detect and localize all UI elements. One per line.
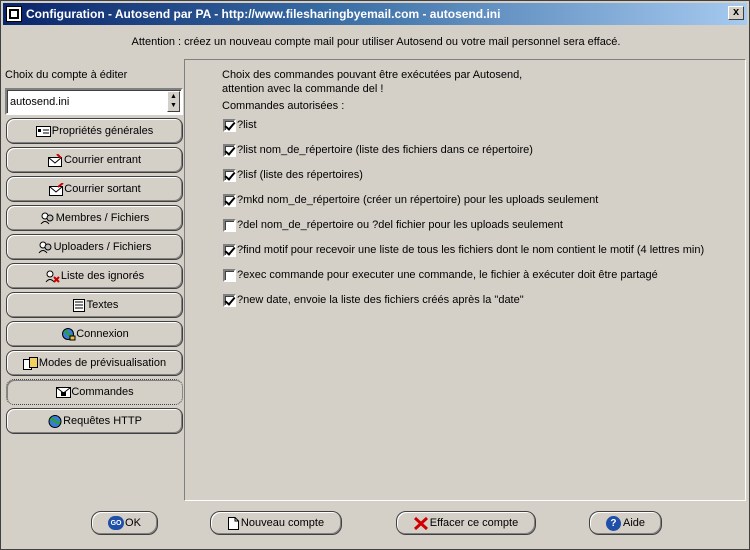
help-button[interactable]: ? Aide — [589, 511, 662, 535]
nav-courrier-sortant[interactable]: Courrier sortant — [6, 176, 183, 202]
delete-x-icon — [413, 516, 428, 530]
text-icon — [71, 298, 87, 312]
nav-courrier-entrant[interactable]: Courrier entrant — [6, 147, 183, 173]
command-row[interactable]: ?mkd nom_de_répertoire (créer un réperto… — [223, 194, 704, 219]
command-checkbox[interactable] — [223, 269, 236, 282]
title-bar[interactable]: Configuration - Autosend par PA - http:/… — [3, 3, 747, 25]
attention-message: Attention : créez un nouveau compte mail… — [131, 36, 621, 48]
nav-label: Membres / Fichiers — [55, 212, 150, 224]
ignored-icon — [45, 269, 61, 283]
command-row[interactable]: ?del nom_de_répertoire ou ?del fichier p… — [223, 219, 704, 244]
sidebar-nav: Propriétés générales Courrier entrant Co… — [6, 118, 183, 437]
intro-line-1: Choix des commandes pouvant être exécuté… — [222, 69, 523, 81]
help-label: Aide — [622, 517, 646, 529]
members-icon — [40, 211, 56, 225]
nav-label: Uploaders / Fichiers — [53, 241, 152, 253]
nav-label: Modes de prévisualisation — [38, 357, 167, 369]
commands-label: Commandes autorisées : — [222, 100, 345, 112]
command-checkbox[interactable] — [223, 144, 236, 157]
command-label: ?exec commande pour executer une command… — [237, 269, 658, 281]
nav-label: Connexion — [76, 328, 129, 340]
nav-textes[interactable]: Textes — [6, 292, 183, 318]
uploaders-icon — [38, 240, 54, 254]
command-checkbox[interactable] — [223, 294, 236, 307]
delete-account-label: Effacer ce compte — [429, 517, 519, 529]
new-document-icon — [227, 516, 239, 530]
nav-commandes[interactable]: Commandes — [6, 379, 183, 405]
nav-label: Propriétés générales — [51, 125, 154, 137]
nav-membres-fichiers[interactable]: Membres / Fichiers — [6, 205, 183, 231]
command-row[interactable]: ?list nom_de_répertoire (liste des fichi… — [223, 144, 704, 169]
account-selector[interactable]: autosend.ini ▲ ▼ — [5, 88, 183, 115]
command-label: ?lisf (liste des répertoires) — [237, 169, 363, 181]
app-icon — [6, 6, 22, 22]
preview-icon — [23, 356, 39, 370]
command-label: ?new date, envoie la liste des fichiers … — [237, 294, 524, 306]
commands-icon — [55, 385, 71, 399]
nav-uploaders-fichiers[interactable]: Uploaders / Fichiers — [6, 234, 183, 260]
command-label: ?del nom_de_répertoire ou ?del fichier p… — [237, 219, 563, 231]
properties-icon — [36, 124, 52, 138]
ok-button[interactable]: GO OK — [91, 511, 158, 535]
commands-panel: Choix des commandes pouvant être exécuté… — [184, 59, 746, 501]
nav-connexion[interactable]: Connexion — [6, 321, 183, 347]
command-label: ?list nom_de_répertoire (liste des fichi… — [237, 144, 533, 156]
nav-label: Requêtes HTTP — [63, 415, 142, 427]
mail-in-icon — [48, 153, 64, 167]
command-checkbox[interactable] — [223, 169, 236, 182]
ok-label: OK — [125, 517, 141, 529]
go-icon: GO — [108, 516, 125, 530]
mail-out-icon — [48, 182, 64, 196]
command-row[interactable]: ?list — [223, 119, 704, 144]
command-row[interactable]: ?find motif pour recevoir une liste de t… — [223, 244, 704, 269]
nav-label: Courrier sortant — [64, 183, 141, 195]
spin-arrows-icon[interactable]: ▲ ▼ — [167, 91, 180, 112]
window-title: Configuration - Autosend par PA - http:/… — [26, 7, 501, 21]
nav-label: Liste des ignorés — [60, 270, 145, 282]
nav-label: Textes — [86, 299, 119, 311]
command-checkbox[interactable] — [223, 219, 236, 232]
new-account-button[interactable]: Nouveau compte — [210, 511, 342, 535]
commands-list: ?list ?list nom_de_répertoire (liste des… — [223, 119, 704, 319]
new-account-label: Nouveau compte — [240, 517, 325, 529]
command-label: ?find motif pour recevoir une liste de t… — [237, 244, 705, 256]
delete-account-button[interactable]: Effacer ce compte — [396, 511, 536, 535]
nav-label: Courrier entrant — [63, 154, 142, 166]
help-icon: ? — [605, 515, 621, 531]
config-window: Configuration - Autosend par PA - http:/… — [0, 0, 750, 550]
account-label: Choix du compte à éditer — [5, 69, 128, 81]
close-button[interactable]: x — [728, 6, 744, 20]
command-checkbox[interactable] — [223, 244, 236, 257]
connection-icon — [60, 327, 76, 341]
command-row[interactable]: ?lisf (liste des répertoires) — [223, 169, 704, 194]
nav-label: Commandes — [71, 386, 134, 398]
nav-proprietes-generales[interactable]: Propriétés générales — [6, 118, 183, 144]
account-value: autosend.ini — [10, 95, 70, 108]
intro-line-2: attention avec la commande del ! — [222, 83, 384, 95]
command-checkbox[interactable] — [223, 119, 236, 132]
http-icon — [47, 414, 63, 428]
command-row[interactable]: ?new date, envoie la liste des fichiers … — [223, 294, 704, 319]
command-label: ?mkd nom_de_répertoire (créer un réperto… — [237, 194, 599, 206]
command-label: ?list — [237, 119, 257, 131]
command-checkbox[interactable] — [223, 194, 236, 207]
nav-requetes-http[interactable]: Requêtes HTTP — [6, 408, 183, 434]
nav-modes-de-previsualisation[interactable]: Modes de prévisualisation — [6, 350, 183, 376]
panel-intro: Choix des commandes pouvant être exécuté… — [222, 68, 522, 96]
command-row[interactable]: ?exec commande pour executer une command… — [223, 269, 704, 294]
nav-liste-des-ignores[interactable]: Liste des ignorés — [6, 263, 183, 289]
